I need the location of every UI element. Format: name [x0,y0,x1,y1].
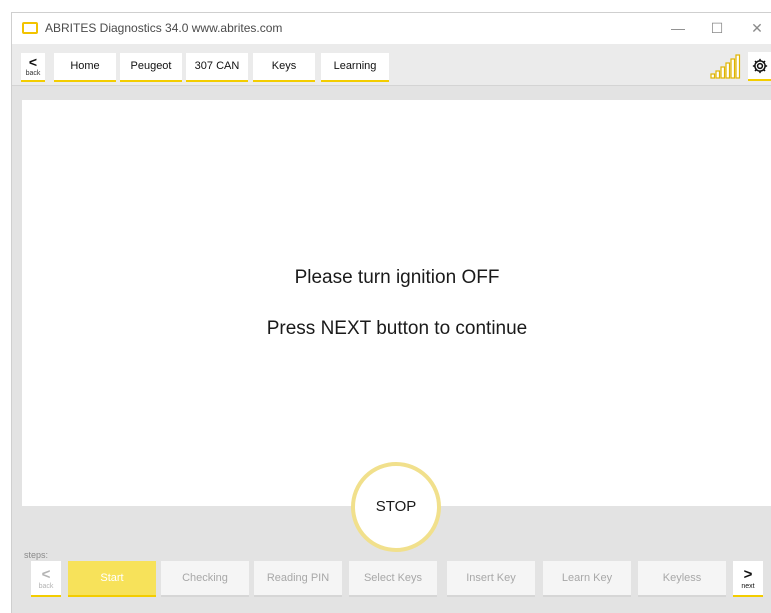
breadcrumb-keys[interactable]: Keys [253,53,315,82]
step-reading-pin: Reading PIN [254,561,342,597]
nav-back-label: back [25,70,41,77]
close-button[interactable]: ✕ [743,17,771,39]
abrites-logo-icon [22,22,38,34]
minimize-button[interactable]: — [664,17,692,39]
steps-back-label: back [38,583,54,590]
steps-back-button[interactable]: < back [31,561,61,597]
breadcrumb-peugeot[interactable]: Peugeot [120,53,182,82]
breadcrumb-home[interactable]: Home [54,53,116,82]
steps-label: steps: [24,550,49,560]
step-checking: Checking [161,561,249,597]
step-start: Start [68,561,156,597]
step-select-keys: Select Keys [349,561,437,597]
step-insert-key: Insert Key [447,561,535,597]
navigation-bar: < back Home Peugeot 307 CAN Keys Learnin… [12,44,771,86]
steps-next-label: next [741,583,755,590]
gear-icon [752,58,768,74]
steps-next-button[interactable]: > next [733,561,763,597]
breadcrumb-learning[interactable]: Learning [321,53,389,82]
title-bar: ABRITES Diagnostics 34.0 www.abrites.com… [12,13,771,44]
main-content-panel: Please turn ignition OFF Press NEXT butt… [22,100,771,506]
settings-button[interactable] [748,52,771,81]
breadcrumb-307-can[interactable]: 307 CAN [186,53,248,82]
window-title: ABRITES Diagnostics 34.0 www.abrites.com [45,21,283,35]
app-window: ABRITES Diagnostics 34.0 www.abrites.com… [11,12,771,613]
step-learn-key: Learn Key [543,561,631,597]
stop-button[interactable]: STOP [351,462,441,552]
instruction-line-2: Press NEXT button to continue [266,318,528,339]
chevron-right-icon: > [743,566,753,583]
instruction-line-1: Please turn ignition OFF [294,267,500,288]
signal-strength-icon [710,54,741,79]
nav-back-button[interactable]: < back [21,53,45,82]
maximize-button[interactable]: ☐ [703,17,731,39]
chevron-left-icon: < [28,54,38,70]
chevron-left-icon: < [41,566,51,583]
step-keyless: Keyless [638,561,726,597]
